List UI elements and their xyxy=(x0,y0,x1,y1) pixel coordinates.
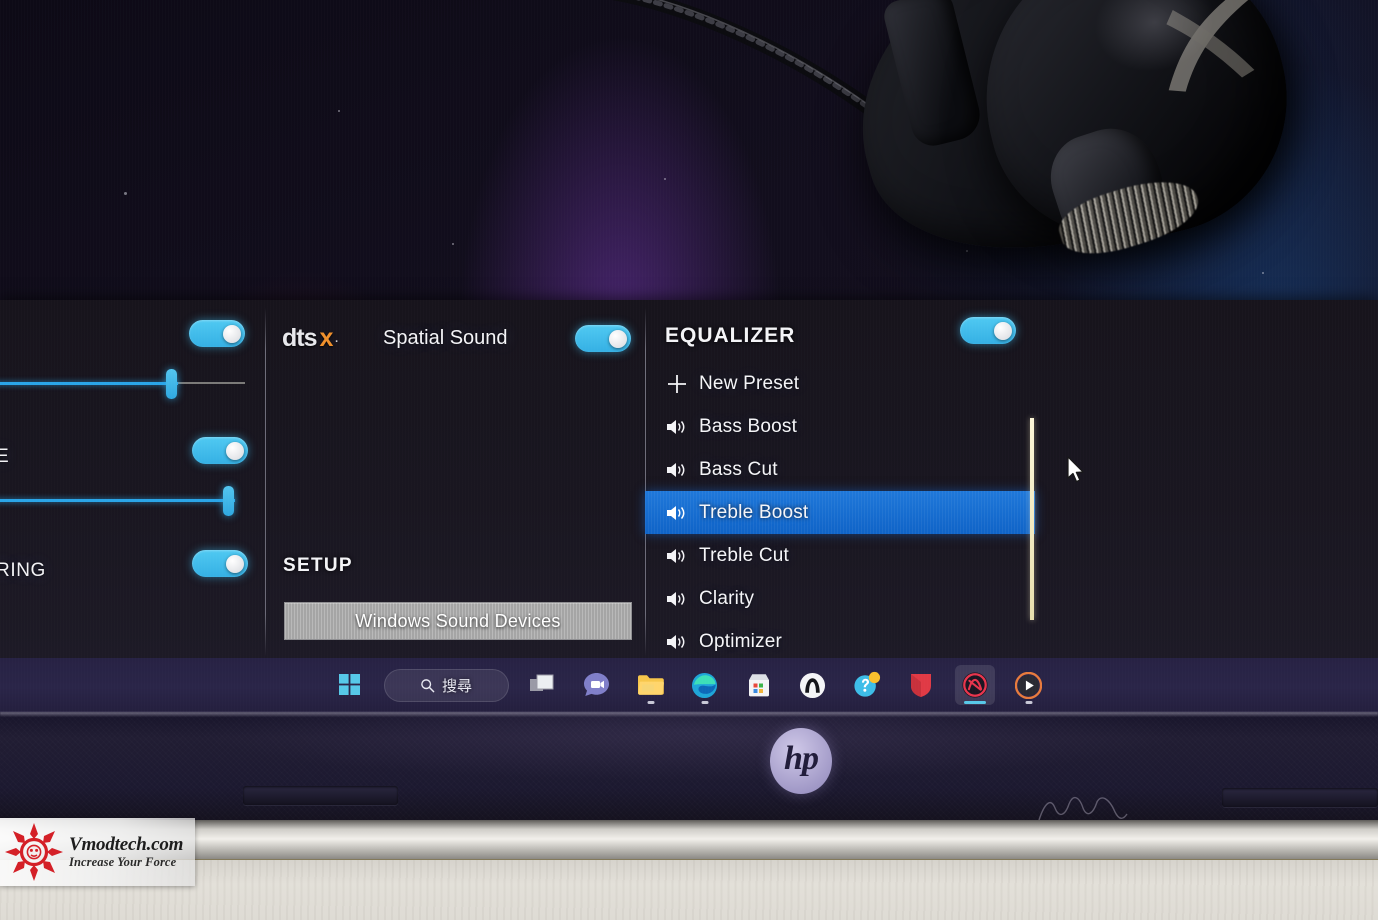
audio-control-panel: E RING dts x . Spatial Sound SETUP Windo… xyxy=(0,300,1378,658)
windows-sound-devices-button[interactable]: Windows Sound Devices xyxy=(284,602,632,640)
search-placeholder-label: 搜尋 xyxy=(441,677,472,695)
running-indicator xyxy=(1025,701,1032,704)
search-box[interactable]: 搜尋 xyxy=(383,668,509,702)
speaker-icon xyxy=(665,546,699,566)
slider-fill xyxy=(0,382,178,385)
edge-button[interactable] xyxy=(685,665,725,705)
equalizer-item-label: Clarity xyxy=(699,587,755,609)
hp-logo-text: hp xyxy=(784,740,819,777)
toggle-knob xyxy=(223,324,241,343)
equalizer-item-label: Optimizer xyxy=(699,630,783,652)
left-controls-column: E RING xyxy=(0,300,265,658)
search-icon xyxy=(421,678,435,692)
left-control-toggle-1[interactable] xyxy=(189,320,245,347)
dts-dot-mark: . xyxy=(334,329,339,346)
omen-icon xyxy=(799,672,826,698)
toggle-knob xyxy=(226,554,244,573)
laptop-hinge-strip xyxy=(0,820,1378,862)
left-control-label-2: E xyxy=(0,446,10,467)
running-indicator xyxy=(647,701,654,704)
desk-surface xyxy=(0,860,1378,920)
equalizer-item-label: Bass Boost xyxy=(699,415,798,437)
spatial-sound-column: dts x . Spatial Sound SETUP Windows Soun… xyxy=(265,300,645,658)
running-indicator xyxy=(963,701,986,704)
equalizer-toggle[interactable] xyxy=(960,317,1016,344)
watermark-title: Vmodtech.com xyxy=(69,833,184,855)
speaker-icon xyxy=(665,503,699,523)
windows-sound-devices-label: Windows Sound Devices xyxy=(355,610,561,631)
setup-heading: SETUP xyxy=(283,555,353,576)
bezel-vent-left xyxy=(243,786,398,805)
toggle-knob xyxy=(994,321,1012,340)
bezel-highlight-line xyxy=(0,712,1378,717)
start-button[interactable] xyxy=(330,665,370,705)
task-view-icon xyxy=(530,674,554,691)
file-explorer-button[interactable] xyxy=(631,665,671,705)
chat-button[interactable] xyxy=(577,665,617,705)
watermark-subtitle: Increase Your Force xyxy=(69,855,177,870)
equalizer-item-bass-cut[interactable]: Bass Cut xyxy=(645,448,1035,491)
left-control-toggle-3[interactable] xyxy=(192,550,248,577)
slider-thumb[interactable] xyxy=(166,369,177,399)
spatial-sound-toggle[interactable] xyxy=(575,325,631,352)
equalizer-item-label: Treble Boost xyxy=(699,501,809,523)
speaker-icon xyxy=(665,417,699,437)
chat-icon xyxy=(584,673,609,696)
equalizer-item-optimizer[interactable]: Optimizer xyxy=(645,620,1035,663)
windows-icon xyxy=(338,674,360,695)
equalizer-heading: EQUALIZER xyxy=(665,324,796,347)
photo-scene: E RING dts x . Spatial Sound SETUP Windo… xyxy=(0,0,1378,920)
equalizer-item-treble-boost[interactable]: Treble Boost xyxy=(645,491,1035,534)
equalizer-item-bass-boost[interactable]: Bass Boost xyxy=(645,405,1035,448)
plus-icon xyxy=(665,372,699,396)
left-control-toggle-2[interactable] xyxy=(192,437,248,464)
slider-fill xyxy=(0,499,235,502)
omen-gaming-hub-button[interactable] xyxy=(793,665,833,705)
store-icon xyxy=(748,674,769,697)
question-icon xyxy=(853,671,880,697)
speaker-icon xyxy=(665,589,699,609)
folder-icon xyxy=(637,675,664,695)
equalizer-item-label: New Preset xyxy=(699,372,800,394)
speaker-icon xyxy=(665,632,699,652)
shield-icon xyxy=(910,674,931,697)
toggle-knob xyxy=(609,329,627,348)
speaker-icon xyxy=(665,460,699,480)
audio-control-button[interactable] xyxy=(954,665,995,705)
spatial-sound-title: Spatial Sound xyxy=(383,327,508,349)
left-control-slider-2[interactable] xyxy=(0,486,245,516)
get-help-button[interactable] xyxy=(847,665,887,705)
vmodtech-logo-icon xyxy=(3,821,65,883)
toggle-knob xyxy=(226,441,244,460)
bezel-vent-right xyxy=(1222,788,1378,807)
microsoft-store-button[interactable] xyxy=(739,665,779,705)
hp-logo-icon: hp xyxy=(770,728,832,794)
equalizer-item-label: Bass Cut xyxy=(699,458,778,480)
equalizer-item-clarity[interactable]: Clarity xyxy=(645,577,1035,620)
slider-track xyxy=(178,382,245,384)
equalizer-item-new-preset[interactable]: New Preset xyxy=(645,362,1035,405)
watermark: Vmodtech.com Increase Your Force xyxy=(0,818,195,886)
left-control-slider-1[interactable] xyxy=(0,369,245,399)
equalizer-preset-list: New Preset Bass Boost Bass Cut Treble Bo… xyxy=(645,362,1035,663)
equalizer-column: EQUALIZER New Preset Bass Boost Bass Cut… xyxy=(645,300,1378,658)
play-icon xyxy=(1015,671,1042,699)
equalizer-scrollbar[interactable] xyxy=(1030,418,1034,620)
media-player-button[interactable] xyxy=(1009,665,1049,705)
dts-wordmark: dts xyxy=(282,323,317,352)
dts-x-mark: x xyxy=(319,323,334,352)
dts-x-logo-icon: dts x . xyxy=(282,323,372,353)
equalizer-item-treble-cut[interactable]: Treble Cut xyxy=(645,534,1035,577)
edge-icon xyxy=(691,672,718,698)
windows-taskbar: 搜尋 xyxy=(0,658,1378,712)
left-control-label-4: RING xyxy=(0,560,46,581)
laptop-bottom-bezel xyxy=(0,712,1378,820)
task-view-button[interactable] xyxy=(523,665,563,705)
mcafee-button[interactable] xyxy=(901,665,941,705)
equalizer-item-label: Treble Cut xyxy=(699,544,789,566)
watermark-text: Vmodtech.com Increase Your Force xyxy=(69,834,183,871)
nahimic-icon xyxy=(961,672,988,698)
running-indicator xyxy=(701,701,708,704)
slider-thumb[interactable] xyxy=(223,486,234,516)
